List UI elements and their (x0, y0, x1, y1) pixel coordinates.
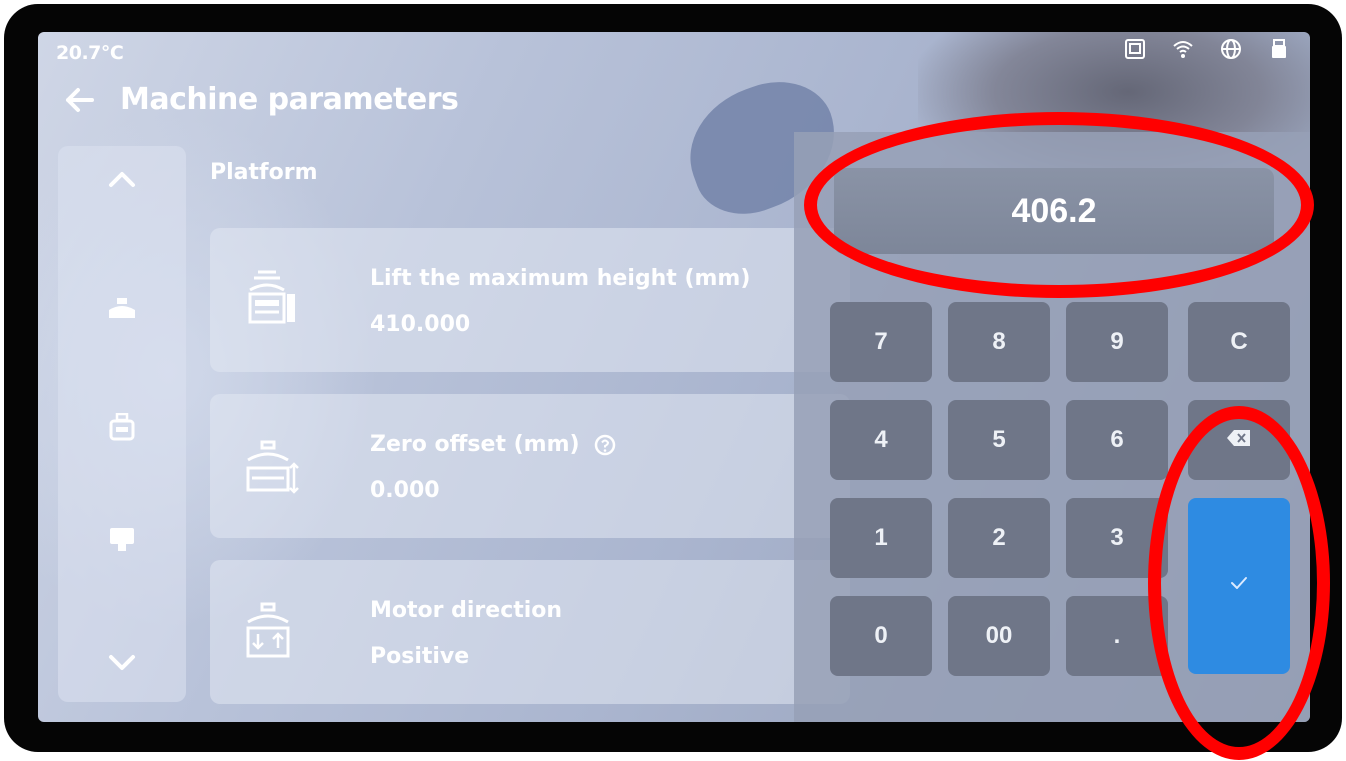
key-0[interactable]: 0 (830, 596, 932, 676)
section-label: Platform (210, 160, 318, 185)
back-arrow-icon[interactable] (62, 86, 96, 114)
chevron-down-icon (108, 654, 136, 676)
chevron-up-icon (108, 170, 136, 192)
key-9[interactable]: 9 (1066, 302, 1168, 382)
sidebar-item-platform[interactable] (58, 276, 186, 346)
parameter-label: Lift the maximum height (mm) (370, 266, 751, 291)
header: Machine parameters (62, 82, 459, 117)
key-1[interactable]: 1 (830, 498, 932, 578)
key-7[interactable]: 7 (830, 302, 932, 382)
resin-tank-icon (109, 412, 135, 445)
key-6[interactable]: 6 (1066, 400, 1168, 480)
parameter-value: 0.000 (370, 478, 440, 503)
key-5[interactable]: 5 (948, 400, 1050, 480)
annotation-circle-display (804, 112, 1314, 298)
platform-icon (107, 296, 137, 326)
key-4[interactable]: 4 (830, 400, 932, 480)
parameter-card-zero-offset[interactable]: Zero offset (mm) 0.000 (210, 394, 850, 538)
status-icons (1124, 38, 1290, 60)
parameter-label: Motor direction (370, 598, 563, 623)
globe-icon (1220, 38, 1242, 60)
scroll-down-button[interactable] (58, 630, 186, 700)
parameter-card-motor-direction[interactable]: Motor direction Positive (210, 560, 850, 704)
zero-offset-icon (240, 434, 300, 498)
wifi-icon (1172, 38, 1194, 60)
temperature-readout: 20.7°C (56, 42, 124, 64)
key-00[interactable]: 00 (948, 596, 1050, 676)
key-8[interactable]: 8 (948, 302, 1050, 382)
help-icon[interactable] (594, 434, 616, 456)
parameter-value: 410.000 (370, 312, 471, 337)
parameter-label-text: Zero offset (mm) (370, 432, 580, 457)
lift-height-icon (240, 268, 300, 332)
key-2[interactable]: 2 (948, 498, 1050, 578)
parameter-value: Positive (370, 644, 470, 669)
parameter-card-lift-height[interactable]: Lift the maximum height (mm) 410.000 (210, 228, 850, 372)
parameter-label: Zero offset (mm) (370, 432, 616, 457)
storage-icon (1124, 38, 1146, 60)
sidebar-item-exposure[interactable] (58, 506, 186, 576)
page-title: Machine parameters (120, 82, 459, 117)
annotation-circle-confirm (1148, 406, 1330, 760)
sidebar (58, 146, 186, 702)
sidebar-item-resin-tank[interactable] (58, 394, 186, 464)
scroll-up-button[interactable] (58, 146, 186, 216)
key-clear[interactable]: C (1188, 302, 1290, 382)
printer-head-icon (108, 525, 136, 557)
usb-icon (1268, 38, 1290, 60)
motor-direction-icon (240, 600, 300, 664)
